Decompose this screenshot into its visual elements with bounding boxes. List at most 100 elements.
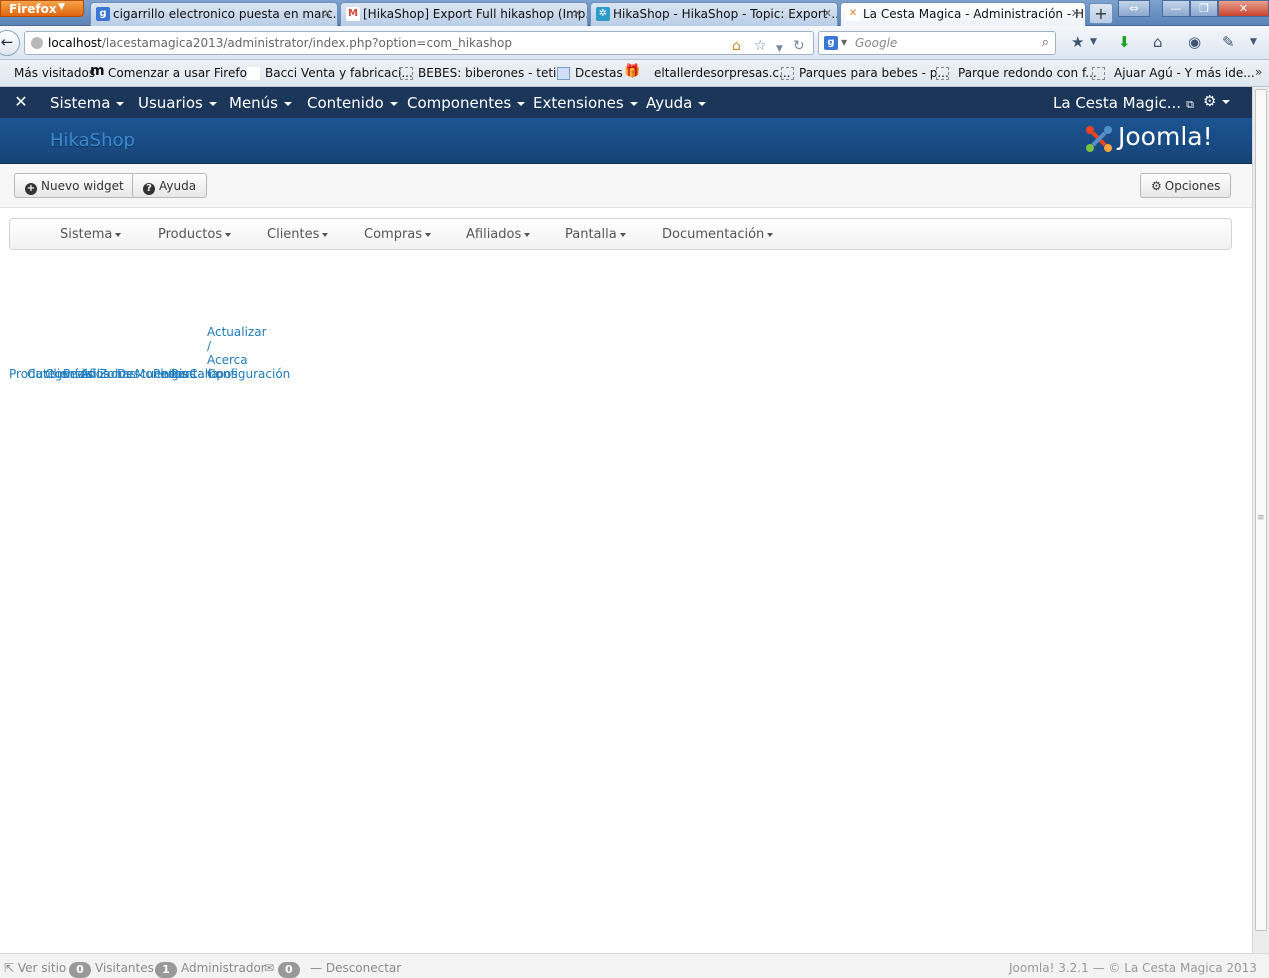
scrollbar-thumb[interactable] <box>1255 89 1267 931</box>
addon-icon[interactable]: ✎ <box>1222 33 1235 51</box>
browser-tab[interactable]: M [HikaShop] Export Full hikashop (Imp..… <box>340 2 588 26</box>
menu-extensiones[interactable]: Extensiones <box>533 94 638 112</box>
question-circle-icon: ? <box>143 183 155 195</box>
tab-title: [HikaShop] Export Full hikashop (Imp... <box>363 7 588 21</box>
joomla-icon: ✕ <box>846 7 860 21</box>
home-icon[interactable]: ⌂ <box>732 35 741 57</box>
dashboard-links: Actualizar / Acerca Productos Categorías… <box>0 320 300 400</box>
caret-down-icon <box>1222 99 1231 104</box>
more-bookmarks-icon[interactable]: » <box>1255 65 1262 79</box>
bookmark-item[interactable]: Parque redondo con f... <box>936 66 1097 80</box>
admins-status: 1 Administrador <box>155 961 266 978</box>
about-link[interactable]: Acerca <box>207 353 248 367</box>
browser-tab[interactable]: g cigarrillo electronico puesta en marc.… <box>90 2 338 26</box>
search-input[interactable]: g ▼ Google ⌕ <box>818 31 1056 55</box>
configuration-link[interactable]: Configuración <box>207 367 290 381</box>
new-widget-button[interactable]: + Nuevo widget <box>14 173 135 198</box>
resize-icon[interactable]: ⇔ <box>1118 0 1150 17</box>
tab-title: HikaShop - HikaShop - Topic: Export ... <box>613 7 838 21</box>
new-tab-button[interactable]: + <box>1089 3 1113 24</box>
minimize-button[interactable]: — <box>1162 0 1190 17</box>
menu-usuarios[interactable]: Usuarios <box>138 94 217 112</box>
joomla-admin-navbar: ✕ Sistema Usuarios Menús Contenido Compo… <box>0 87 1252 118</box>
admin-status-bar: ⇱ Ver sitio 0 Visitantes 1 Administrador ✉… <box>0 953 1269 978</box>
close-tab-icon[interactable]: ✕ <box>323 7 332 20</box>
browser-tab-active[interactable]: ✕ La Cesta Magica - Administración - H..… <box>840 2 1086 26</box>
address-bar[interactable]: localhost/lacestamagica2013/administrato… <box>24 31 814 55</box>
close-window-button[interactable]: ✕ <box>1218 0 1269 17</box>
joomla-icon[interactable]: ✕ <box>12 93 30 111</box>
view-site-link[interactable]: ⇱ Ver sitio <box>4 961 66 975</box>
caret-down-icon <box>115 232 122 237</box>
globe-icon <box>31 37 43 49</box>
back-arrow-icon[interactable]: ← <box>0 30 20 56</box>
chevron-down-icon[interactable]: ▼ <box>1090 37 1097 47</box>
folder-icon <box>0 67 9 80</box>
help-button[interactable]: ? Ayuda <box>132 173 208 198</box>
caret-down-icon <box>767 232 774 237</box>
hikamenu-sistema[interactable]: Sistema <box>60 227 122 242</box>
bookmark-item[interactable]: m Comenzar a usar Firefox <box>90 63 254 80</box>
bookmark-item[interactable]: Dcestas <box>557 66 623 80</box>
download-icon[interactable]: ⬇ <box>1118 33 1131 51</box>
close-tab-icon[interactable]: ✕ <box>573 7 582 20</box>
close-tab-icon[interactable]: ✕ <box>823 7 832 20</box>
menu-menus[interactable]: Menús <box>229 94 292 112</box>
hikamenu-compras[interactable]: Compras <box>364 227 432 242</box>
bookmark-item[interactable]: Parques para bebes - p... <box>781 66 949 80</box>
visitors-status: 0 Visitantes <box>69 961 154 978</box>
options-button[interactable]: ⚙ Opciones <box>1140 173 1232 198</box>
bookmark-item[interactable]: Más visitados <box>0 66 95 80</box>
external-link-icon: ⇱ <box>4 961 18 975</box>
caret-down-icon <box>517 101 526 106</box>
joomla-wordmark: Joomla! <box>1118 122 1213 151</box>
reload-icon[interactable]: ↻ <box>793 35 805 57</box>
bookmark-item[interactable]: Ajuar Agú - Y más ide... <box>1092 66 1255 80</box>
site-link[interactable]: La Cesta Magic... ⧉ <box>1053 94 1194 112</box>
menu-ayuda[interactable]: Ayuda <box>646 94 707 112</box>
chevron-down-icon: ▼ <box>841 38 848 47</box>
hikashop-icon: ✲ <box>596 7 610 21</box>
bookmark-item[interactable]: 🎁 eltallerdesorpresas.c... <box>624 64 790 80</box>
envelope-icon: ✉ <box>264 961 278 975</box>
eye-icon[interactable]: ◉ <box>1188 33 1201 51</box>
bookmarks-icon[interactable]: ★ <box>1071 33 1084 51</box>
grip-icon: ≡ <box>1257 513 1265 523</box>
hikamenu-pantalla[interactable]: Pantalla <box>565 227 626 242</box>
hikamenu-clientes[interactable]: Clientes <box>267 227 329 242</box>
menu-contenido[interactable]: Contenido <box>307 94 398 112</box>
firefox-menu-button[interactable]: Firefox ▼ <box>0 0 84 17</box>
page-icon <box>781 67 794 80</box>
hikamenu-afiliados[interactable]: Afiliados <box>466 227 531 242</box>
menu-sistema[interactable]: Sistema <box>50 94 125 112</box>
menu-componentes[interactable]: Componentes <box>407 94 526 112</box>
bookmark-item[interactable]: BEBES: biberones - teti... <box>400 66 568 80</box>
hikamenu-productos[interactable]: Productos <box>158 227 232 242</box>
vertical-scrollbar[interactable]: ≡ <box>1252 87 1269 953</box>
chevron-down-icon[interactable]: ▼ <box>1250 37 1257 47</box>
star-icon[interactable]: ☆ <box>754 35 767 57</box>
maximize-button[interactable]: ❐ <box>1190 0 1218 17</box>
search-placeholder: Google <box>855 36 898 50</box>
image-icon <box>557 67 570 80</box>
logout-link[interactable]: — Desconectar <box>310 961 401 975</box>
joomla-logo: Joomla! <box>1084 122 1234 158</box>
caret-down-icon <box>629 101 638 106</box>
close-tab-icon[interactable]: ✕ <box>1071 7 1080 20</box>
messages-status[interactable]: ✉ 0 <box>264 961 304 978</box>
home-icon[interactable]: ⌂ <box>1153 33 1163 51</box>
browser-tab[interactable]: ✲ HikaShop - HikaShop - Topic: Export ..… <box>590 2 838 26</box>
hikamenu-documentacion[interactable]: Documentación <box>662 227 774 242</box>
gear-icon: ⚙ <box>1203 92 1217 110</box>
messages-badge: 0 <box>277 962 300 978</box>
update-link[interactable]: Actualizar <box>207 325 267 339</box>
firefox-menu-label: Firefox <box>9 2 57 16</box>
caret-down-icon <box>116 101 125 106</box>
search-icon[interactable]: ⌕ <box>1042 32 1049 54</box>
bookmark-item[interactable]: Bacci Venta y fabricaci... <box>247 66 413 80</box>
page-icon <box>1092 67 1105 80</box>
chevron-down-icon[interactable]: ▼ <box>776 38 783 60</box>
chevron-down-icon: ▼ <box>58 2 65 12</box>
browser-nav-bar: ← localhost/lacestamagica2013/administra… <box>0 26 1269 60</box>
user-menu[interactable]: ⚙ <box>1203 92 1231 110</box>
